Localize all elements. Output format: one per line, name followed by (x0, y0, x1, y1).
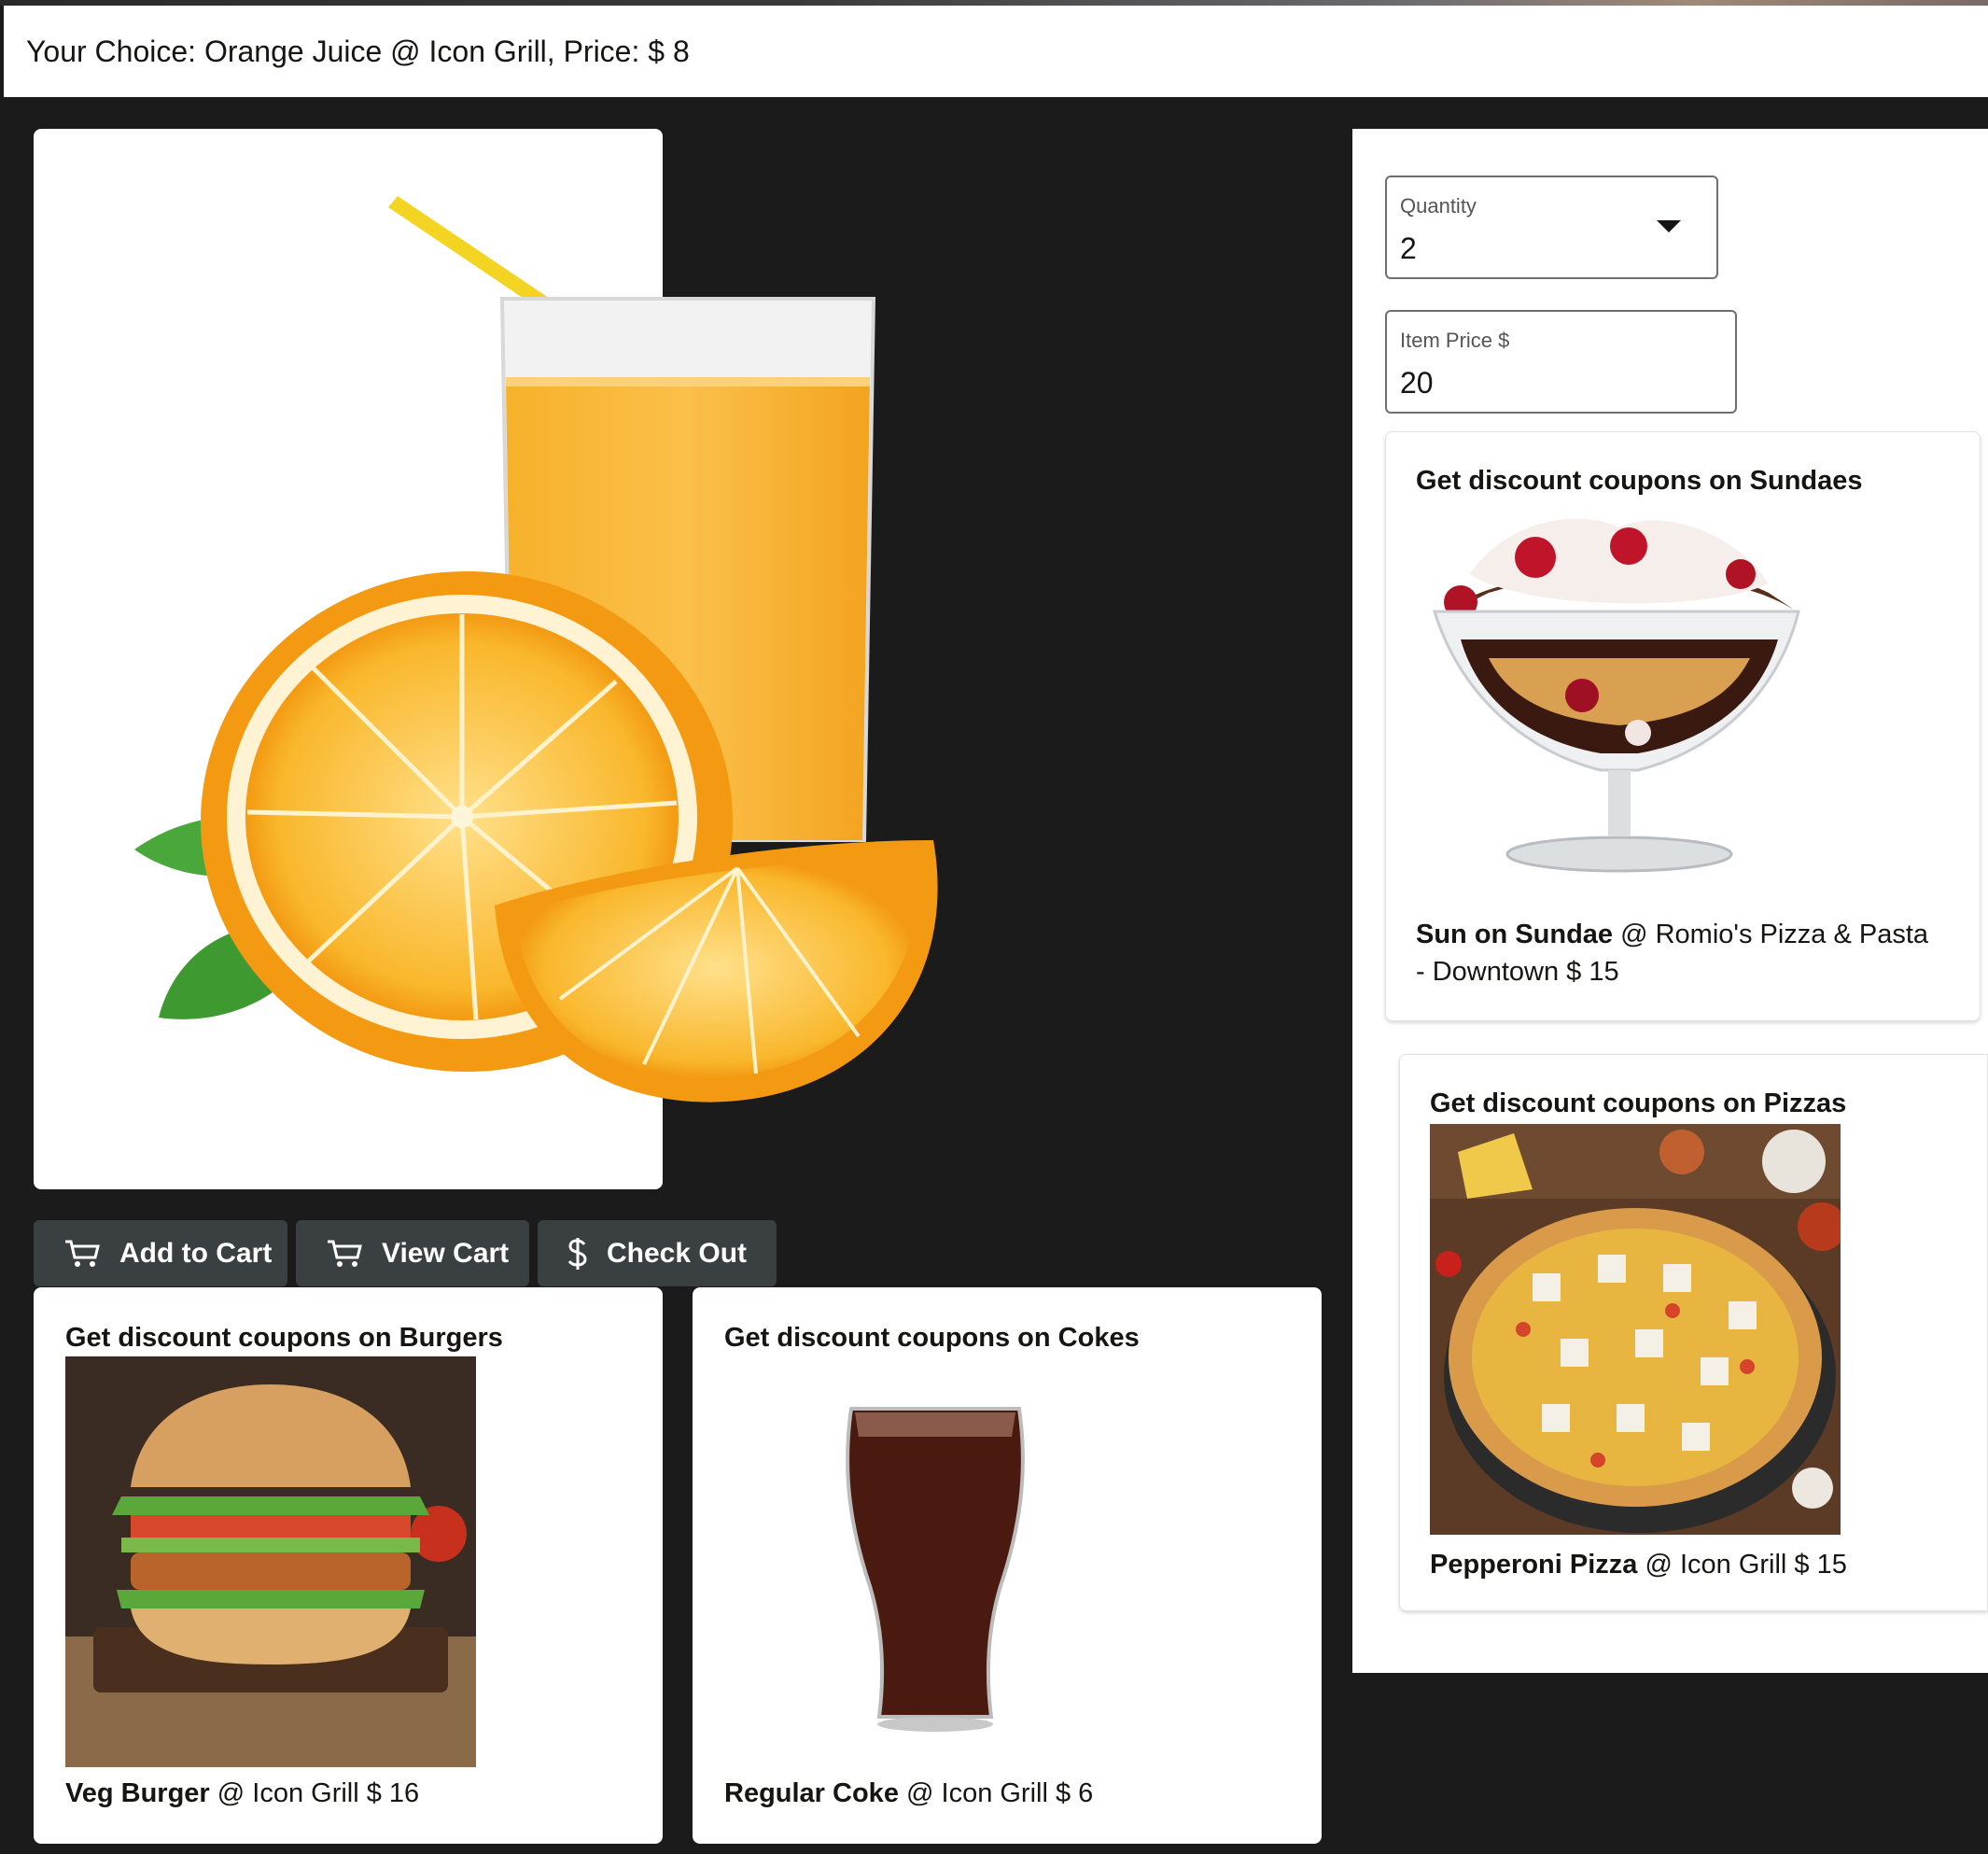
view-cart-label: View Cart (382, 1237, 510, 1269)
quantity-value: 2 (1400, 232, 1417, 265)
cart-icon (65, 1240, 100, 1267)
coupon-title: Get discount coupons on Burgers (65, 1323, 503, 1353)
coupon-item-details: @ Icon Grill $ 16 (209, 1778, 420, 1808)
coupon-item-name: Regular Coke (724, 1778, 899, 1808)
coupon-title: Get discount coupons on Sundaes (1416, 466, 1863, 496)
coupon-card-sundaes[interactable]: Get discount coupons on Sundaes Sun on S… (1385, 431, 1981, 1021)
coke-glass-image (846, 1407, 1025, 1732)
coupon-card-cokes[interactable]: Get discount coupons on Cokes Regular Co… (693, 1287, 1322, 1844)
sundae-image (1433, 518, 1800, 873)
check-out-button[interactable]: Check Out (538, 1220, 777, 1286)
choice-header: Your Choice: Orange Juice @ Icon Grill, … (4, 6, 1988, 97)
add-to-cart-label: Add to Cart (119, 1237, 273, 1269)
dollar-icon (567, 1237, 587, 1270)
burger-image (65, 1356, 476, 1767)
coupon-item-name: Pepperoni Pizza (1430, 1550, 1638, 1580)
quantity-label: Quantity (1400, 194, 1477, 218)
coupon-item-details: @ Icon Grill $ 6 (898, 1778, 1094, 1808)
coupon-item-name: Veg Burger (65, 1778, 210, 1808)
cart-icon (328, 1240, 362, 1267)
coupon-card-pizzas[interactable]: Get discount coupons on Pizzas Pepperoni… (1399, 1054, 1988, 1611)
coupon-card-burgers[interactable]: Get discount coupons on Burgers Veg Burg… (34, 1287, 663, 1844)
pizza-image (1430, 1124, 1841, 1535)
view-cart-button[interactable]: View Cart (296, 1220, 529, 1286)
coupon-caption: Regular Coke @ Icon Grill $ 6 (724, 1775, 1303, 1812)
item-price-field[interactable]: Item Price $ 20 (1385, 310, 1737, 414)
choice-text: Your Choice: Orange Juice @ Icon Grill, … (26, 34, 690, 68)
chevron-down-icon[interactable] (1657, 220, 1681, 232)
coupon-title: Get discount coupons on Pizzas (1430, 1089, 1847, 1118)
item-price-value[interactable]: 20 (1400, 366, 1434, 400)
coupon-item-details: @ Icon Grill $ 15 (1637, 1550, 1847, 1580)
quantity-select[interactable]: Quantity 2 (1385, 176, 1718, 279)
coupon-caption: Veg Burger @ Icon Grill $ 16 (65, 1775, 644, 1812)
coupon-title: Get discount coupons on Cokes (724, 1323, 1140, 1353)
item-price-label: Item Price $ (1400, 329, 1510, 352)
coupon-caption: Sun on Sundae @ Romio's Pizza & Pasta - … (1416, 916, 1939, 990)
coupon-item-name: Sun on Sundae (1416, 920, 1614, 949)
orange-juice-image (134, 196, 938, 1103)
coupon-caption: Pepperoni Pizza @ Icon Grill $ 15 (1430, 1546, 1971, 1583)
add-to-cart-button[interactable]: Add to Cart (34, 1220, 287, 1286)
check-out-label: Check Out (607, 1237, 748, 1269)
